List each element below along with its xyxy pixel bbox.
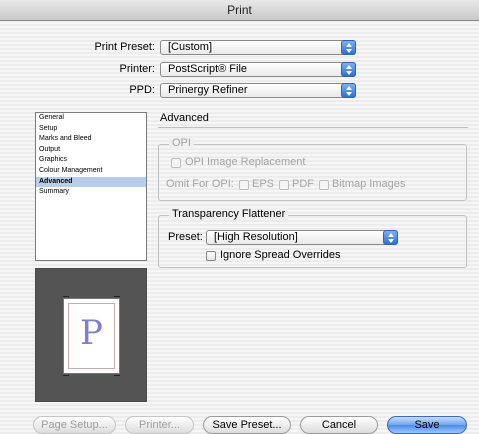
crop-mark	[114, 375, 120, 376]
opi-replacement-label: OPI Image Replacement	[185, 156, 306, 168]
popup-arrows-icon	[341, 83, 356, 98]
sidebar-item-advanced[interactable]: Advanced	[36, 176, 146, 188]
flattener-group-label: Transparency Flattener	[169, 208, 289, 220]
printer-select[interactable]: PostScript® File	[160, 62, 356, 77]
printer-value: PostScript® File	[168, 63, 248, 75]
sidebar-item-output[interactable]: Output	[36, 145, 146, 156]
ppd-select[interactable]: Prinergy Refiner	[160, 83, 356, 98]
cancel-button[interactable]: Cancel	[300, 416, 378, 434]
print-preset-select[interactable]: [Custom]	[160, 40, 356, 55]
ppd-value: Prinergy Refiner	[168, 84, 248, 96]
opi-replacement-checkbox[interactable]	[171, 158, 181, 168]
page-preview: P	[35, 268, 147, 402]
flattener-preset-select[interactable]: [High Resolution]	[206, 230, 398, 245]
ppd-label: PPD:	[129, 84, 155, 96]
sidebar-item-graphics[interactable]: Graphics	[36, 155, 146, 166]
omit-pdf-label: PDF	[292, 178, 314, 190]
preview-letter: P	[80, 313, 103, 353]
flattener-preset-label: Preset:	[168, 231, 203, 243]
ignore-spread-overrides-checkbox[interactable]	[206, 251, 216, 261]
crop-mark	[63, 296, 69, 297]
panel-divider	[158, 127, 468, 128]
crop-mark	[63, 375, 69, 376]
save-preset-button[interactable]: Save Preset...	[203, 416, 291, 434]
ignore-spread-overrides-label: Ignore Spread Overrides	[220, 249, 341, 261]
sidebar-item-colour-management[interactable]: Colour Management	[36, 166, 146, 177]
omit-bitmap-label: Bitmap Images	[332, 178, 406, 190]
omit-eps-label: EPS	[252, 178, 275, 190]
window-title: Print	[227, 3, 252, 17]
popup-arrows-icon	[341, 62, 356, 77]
print-preset-label: Print Preset:	[94, 41, 155, 53]
omit-for-opi-label: Omit For OPI:	[166, 178, 234, 190]
save-button[interactable]: Save	[387, 416, 467, 434]
opi-group-label: OPI	[169, 137, 194, 149]
preview-page: P	[63, 298, 120, 374]
category-list[interactable]: General Setup Marks and Bleed Output Gra…	[35, 112, 147, 261]
panel-title: Advanced	[160, 112, 209, 124]
popup-arrows-icon	[383, 230, 398, 245]
sidebar-item-setup[interactable]: Setup	[36, 124, 146, 135]
sidebar-item-general[interactable]: General	[36, 113, 146, 124]
crop-mark	[114, 296, 120, 297]
omit-bitmap-checkbox[interactable]	[319, 180, 329, 190]
title-bar: Print	[0, 0, 479, 21]
printer-label: Printer:	[119, 63, 155, 75]
popup-arrows-icon	[341, 40, 356, 55]
page-setup-button[interactable]: Page Setup...	[33, 416, 116, 434]
flattener-preset-value: [High Resolution]	[214, 231, 298, 243]
print-preset-value: [Custom]	[168, 41, 213, 53]
sidebar-item-marks-and-bleed[interactable]: Marks and Bleed	[36, 134, 146, 145]
omit-eps-checkbox[interactable]	[239, 180, 249, 190]
opi-group	[158, 144, 467, 201]
printer-button[interactable]: Printer...	[125, 416, 194, 434]
omit-pdf-checkbox[interactable]	[279, 180, 289, 190]
sidebar-item-summary[interactable]: Summary	[36, 187, 146, 198]
